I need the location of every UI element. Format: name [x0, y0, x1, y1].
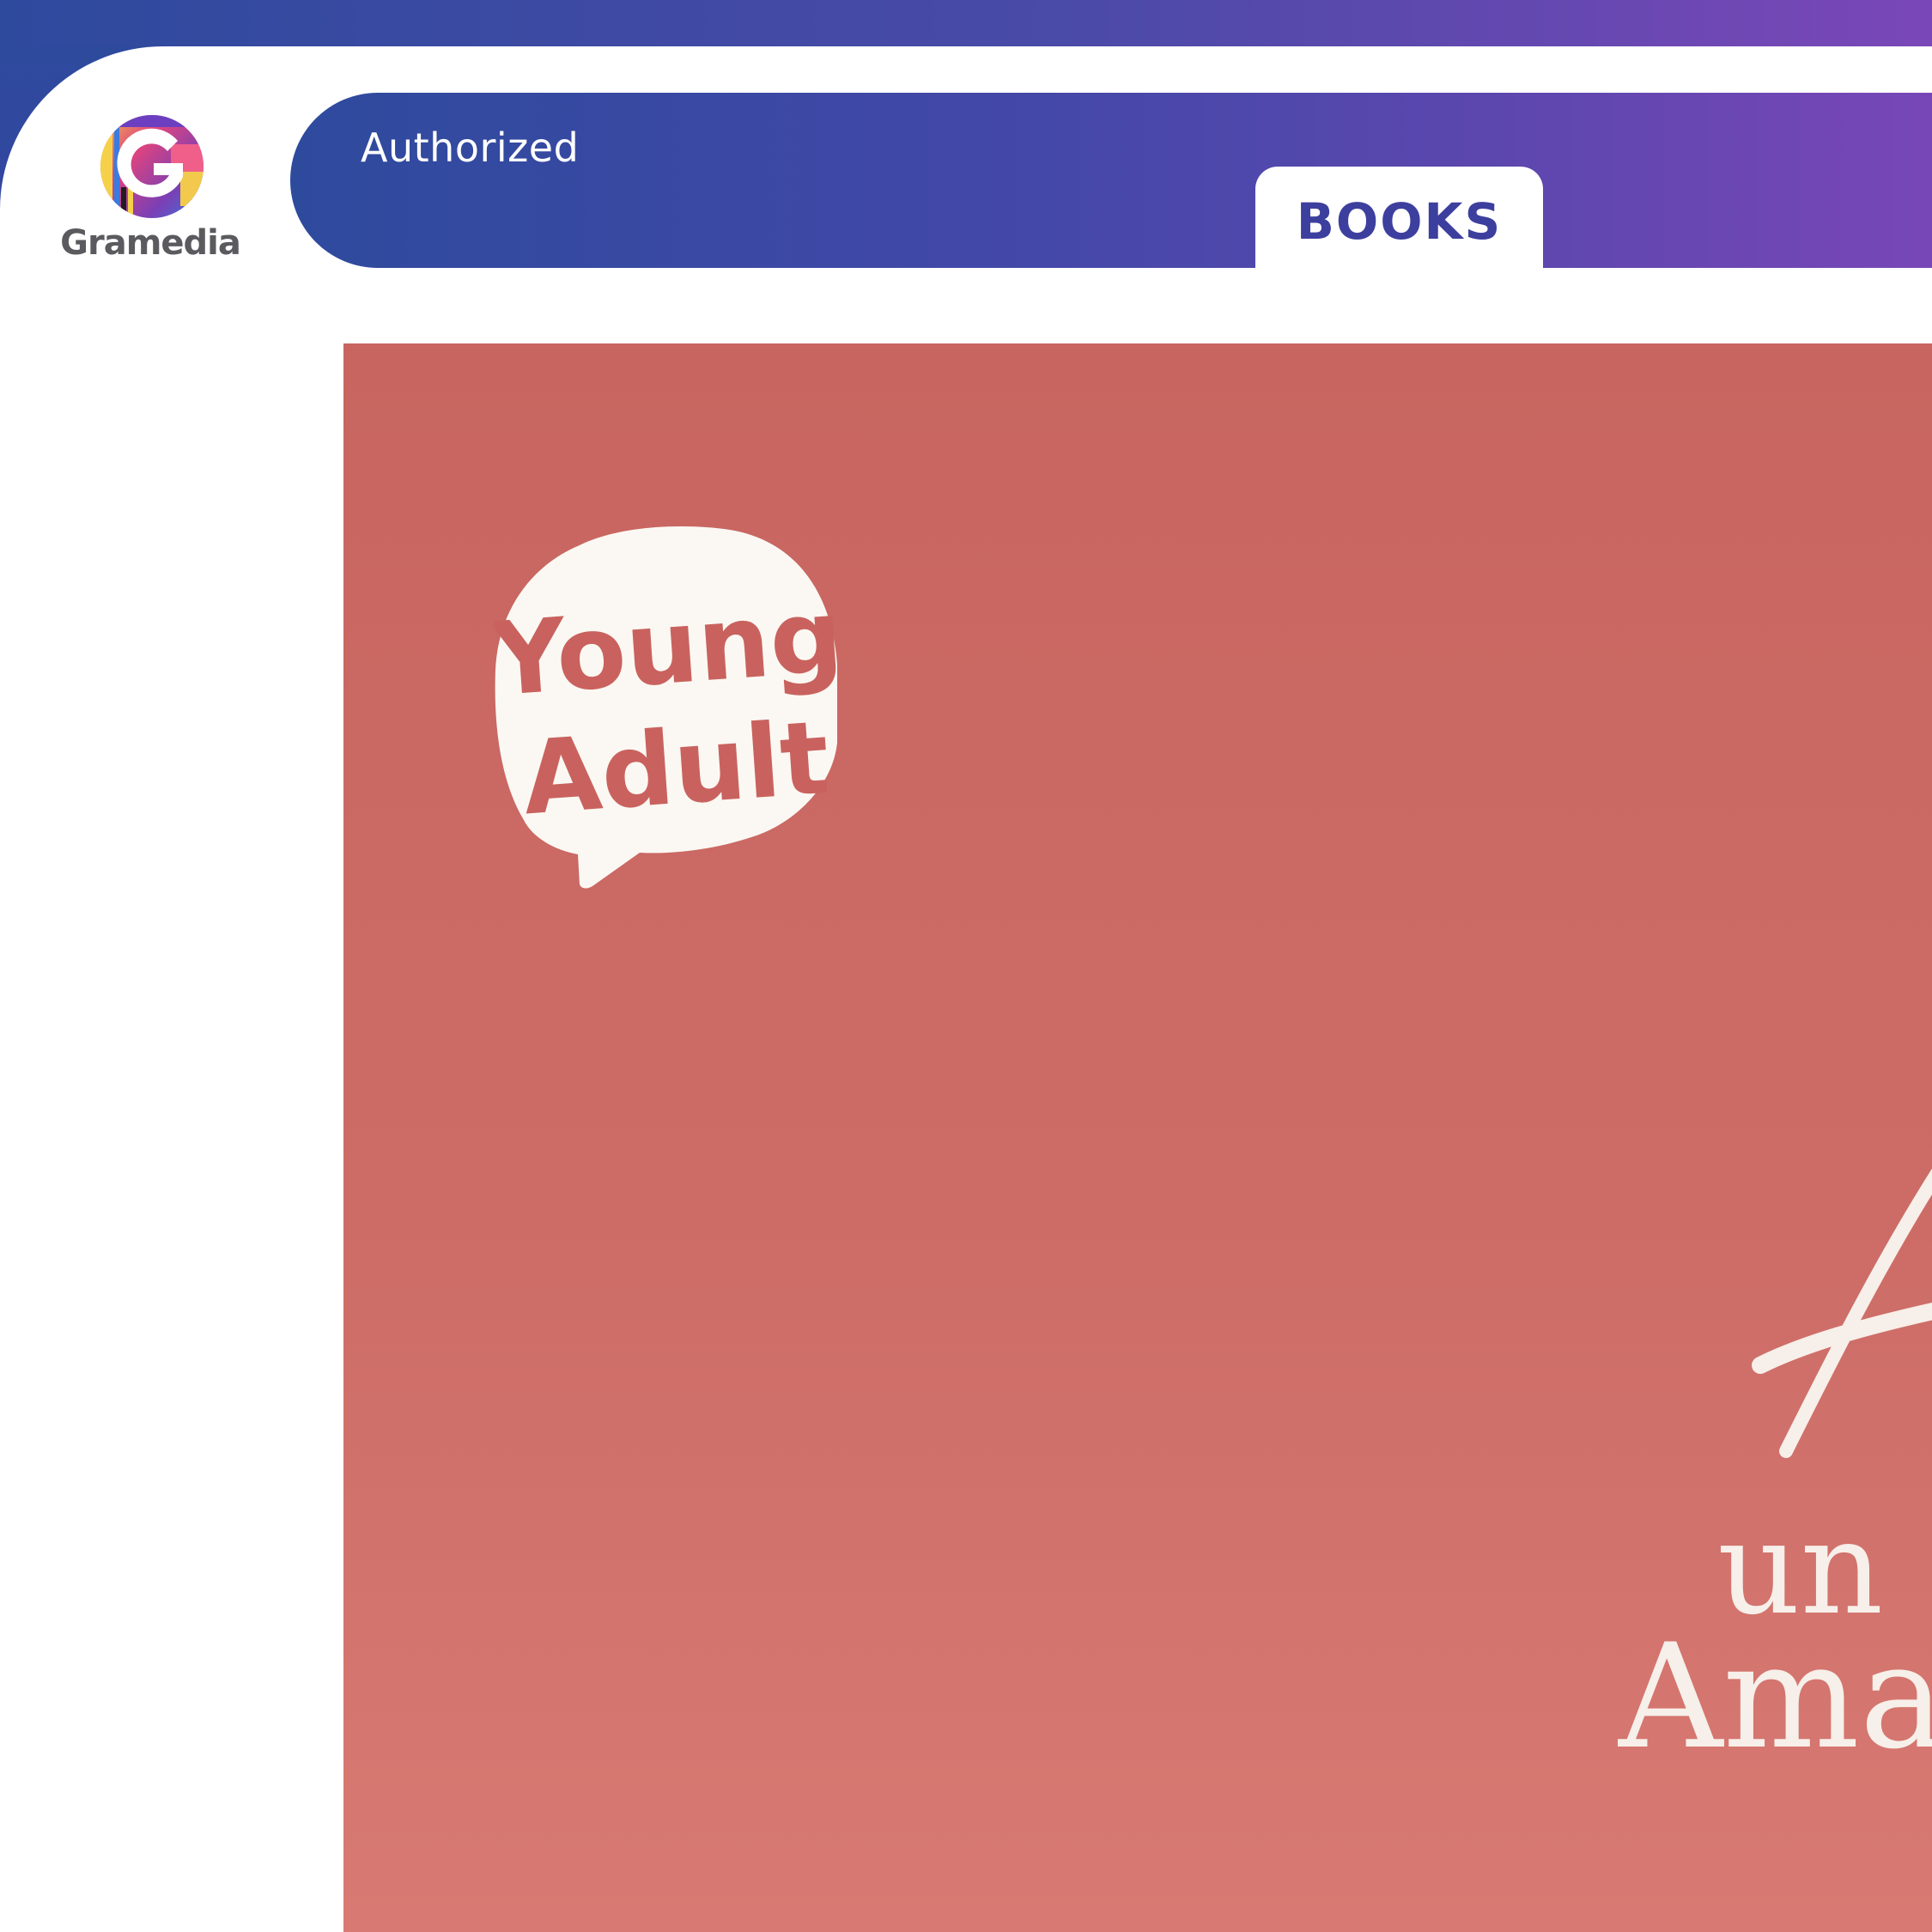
cover-title-line-2: Ama — [1619, 1613, 1932, 1781]
gramedia-logo: Gramedia — [60, 110, 241, 264]
authorized-label: Authorized — [361, 125, 580, 171]
books-tab-label: BOOKS — [1296, 192, 1503, 251]
product-image-page: Gramedia Authorized BOOKS Young Adult un… — [0, 0, 1932, 1932]
gramedia-g-icon — [100, 115, 204, 218]
header-banner — [290, 93, 1932, 268]
top-gradient-strip — [0, 0, 1932, 46]
badge-word-young: Young — [494, 576, 847, 719]
book-cover-image: Young Adult un Ama — [343, 343, 1932, 1932]
young-adult-badge: Young Adult — [494, 526, 847, 889]
badge-word-adult: Adult — [519, 698, 832, 838]
script-letter-stroke — [1752, 1168, 1932, 1458]
gramedia-wordmark: Gramedia — [60, 223, 241, 263]
books-tab: BOOKS — [1255, 167, 1543, 268]
